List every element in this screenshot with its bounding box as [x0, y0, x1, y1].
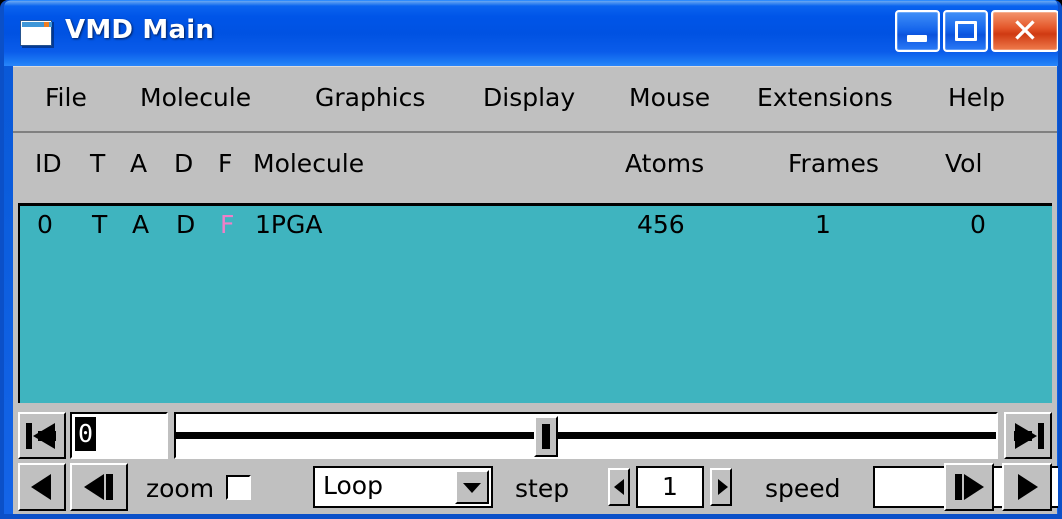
- column-header-vol: Vol: [945, 149, 983, 178]
- molecule-list[interactable]: 0 T A D F 1PGA 456 1 0: [18, 203, 1052, 403]
- chevron-left-icon: [614, 479, 624, 495]
- play-reverse-icon: [20, 465, 64, 509]
- zoom-label: zoom: [146, 474, 215, 503]
- window-controls: ✕: [892, 10, 1058, 56]
- cell-displayed[interactable]: D: [176, 210, 195, 239]
- goto-last-frame-button[interactable]: [1004, 412, 1052, 459]
- window-icon: [20, 20, 54, 49]
- menu-item-mouse[interactable]: Mouse: [629, 83, 710, 112]
- loop-mode-value: Loop: [323, 471, 383, 500]
- frame-number-value: 0: [75, 417, 97, 451]
- column-header-active: A: [130, 149, 148, 178]
- menu-item-molecule[interactable]: Molecule: [140, 83, 251, 112]
- skip-to-end-icon: [1006, 414, 1050, 457]
- menu-item-graphics[interactable]: Graphics: [315, 83, 425, 112]
- titlebar[interactable]: VMD Main ✕: [4, 0, 1058, 66]
- cell-molecule: 1PGA: [255, 210, 323, 239]
- frame-slider[interactable]: [174, 412, 998, 459]
- loop-mode-dropdown[interactable]: Loop: [313, 466, 493, 508]
- close-button[interactable]: ✕: [991, 10, 1058, 52]
- goto-first-frame-button[interactable]: [18, 412, 66, 459]
- cell-vol: 0: [970, 210, 986, 239]
- maximize-icon: [955, 21, 977, 41]
- menu-item-file[interactable]: File: [45, 83, 87, 112]
- step-forward-button[interactable]: [944, 463, 994, 511]
- speed-label: speed: [765, 474, 841, 503]
- window-title: VMD Main: [65, 15, 215, 45]
- step-value-input[interactable]: 1: [636, 466, 704, 508]
- zoom-checkbox[interactable]: [226, 475, 251, 500]
- cell-top[interactable]: T: [92, 210, 107, 239]
- menu-item-extensions[interactable]: Extensions: [757, 83, 893, 112]
- cell-id: 0: [37, 210, 53, 239]
- play-reverse-button[interactable]: [18, 463, 66, 511]
- column-header-atoms: Atoms: [625, 149, 705, 178]
- cell-active[interactable]: A: [132, 210, 149, 239]
- menu-item-help[interactable]: Help: [948, 83, 1005, 112]
- client-area: File Molecule Graphics Display Mouse Ext…: [13, 66, 1058, 514]
- column-header-frames: Frames: [788, 149, 879, 178]
- vmd-main-window: VMD Main ✕ File Molecule Graphics Displa…: [0, 0, 1062, 519]
- frame-slider-trough[interactable]: [176, 432, 996, 439]
- maximize-button[interactable]: [943, 10, 988, 52]
- step-reverse-button[interactable]: [70, 463, 128, 511]
- step-label: step: [515, 474, 570, 503]
- chevron-right-icon: [718, 479, 728, 495]
- column-header-displayed: D: [174, 149, 194, 178]
- frame-slider-thumb[interactable]: [534, 416, 558, 457]
- molecule-table-header: ID T A D F Molecule Atoms Frames Vol: [13, 133, 1057, 201]
- step-increment-button[interactable]: [710, 468, 732, 506]
- cell-atoms: 456: [637, 210, 685, 239]
- close-icon: ✕: [1011, 11, 1039, 50]
- column-header-molecule: Molecule: [253, 149, 365, 178]
- play-forward-icon: [1004, 465, 1050, 509]
- cell-fixed[interactable]: F: [220, 210, 234, 239]
- chevron-down-icon[interactable]: [455, 470, 489, 504]
- cell-frames: 1: [815, 210, 831, 239]
- play-forward-button[interactable]: [1002, 463, 1052, 511]
- menu-item-display[interactable]: Display: [483, 83, 575, 112]
- column-header-top: T: [90, 149, 106, 178]
- minimize-button[interactable]: [895, 10, 940, 52]
- minimize-icon: [907, 35, 927, 42]
- column-header-fixed: F: [218, 149, 233, 178]
- column-header-id: ID: [35, 149, 62, 178]
- animation-controls: zoom Loop step 1 speed: [18, 463, 1058, 511]
- frame-number-input[interactable]: 0: [70, 412, 168, 459]
- step-value: 1: [662, 472, 678, 501]
- step-reverse-icon: [72, 465, 126, 509]
- frame-slider-row: 0: [18, 412, 1052, 459]
- menubar: File Molecule Graphics Display Mouse Ext…: [13, 67, 1057, 133]
- skip-to-start-icon: [20, 414, 64, 457]
- step-forward-icon: [946, 465, 992, 509]
- step-decrement-button[interactable]: [608, 468, 630, 506]
- table-row[interactable]: 0 T A D F 1PGA 456 1 0: [20, 206, 1052, 248]
